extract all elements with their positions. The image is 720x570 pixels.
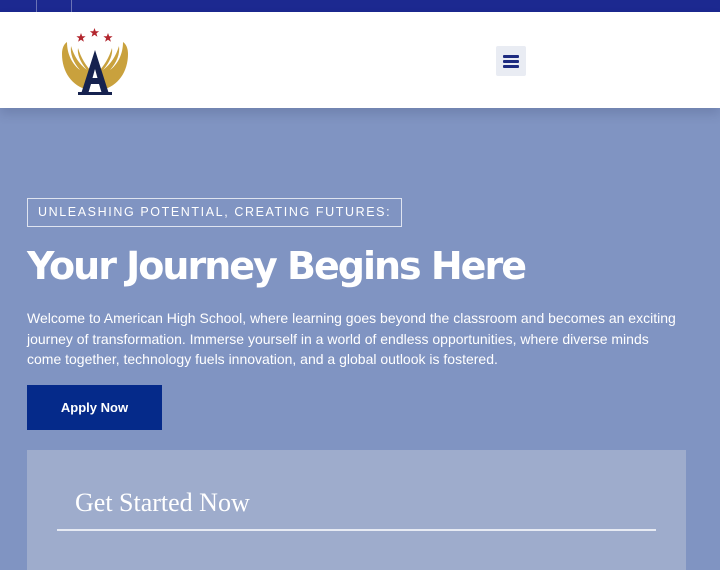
menu-bar-line bbox=[503, 60, 519, 63]
apply-now-button[interactable]: Apply Now bbox=[27, 385, 162, 430]
hero-headline: Your Journey Begins Here bbox=[27, 244, 527, 288]
school-crest-logo-icon[interactable] bbox=[58, 26, 132, 98]
form-title: Get Started Now bbox=[75, 488, 250, 517]
hero-section: UNLEASHING POTENTIAL, CREATING FUTURES: … bbox=[0, 108, 720, 570]
get-started-form-card: Get Started Now bbox=[27, 450, 686, 570]
site-header bbox=[0, 12, 720, 108]
menu-bar-line bbox=[503, 55, 519, 58]
top-bar-divider bbox=[71, 0, 72, 12]
menu-bar-line bbox=[503, 65, 519, 68]
hamburger-menu-icon[interactable] bbox=[496, 46, 526, 76]
top-bar-divider bbox=[36, 0, 37, 12]
hero-tagline: UNLEASHING POTENTIAL, CREATING FUTURES: bbox=[27, 198, 403, 227]
hero-intro-text: Welcome to American High School, where l… bbox=[27, 310, 676, 367]
form-divider bbox=[57, 529, 656, 531]
top-bar bbox=[0, 0, 720, 12]
